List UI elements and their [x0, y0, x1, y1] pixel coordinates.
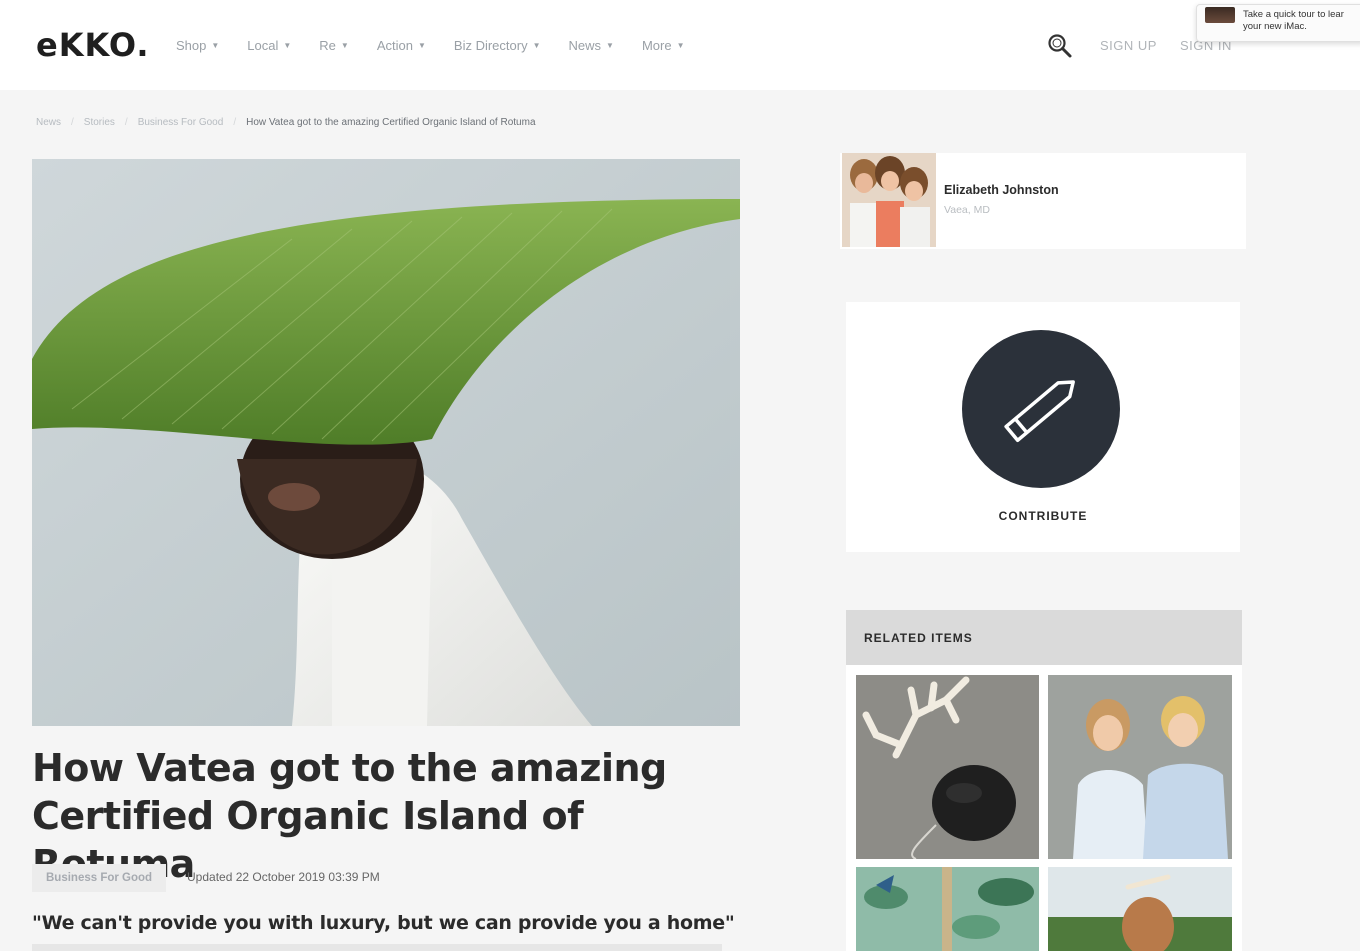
author-card[interactable]: Elizabeth Johnston Vaea, MD	[840, 153, 1246, 249]
nav-item-re[interactable]: Re ▼	[319, 38, 349, 53]
related-item-botanical-print[interactable]	[856, 867, 1039, 951]
caret-down-icon: ▼	[283, 41, 292, 50]
top-navigation-bar: eKKO. Shop ▼ Local ▼ Re ▼ Action ▼ Biz Direc…	[0, 0, 1360, 90]
nav-item-action[interactable]: Action ▼	[377, 38, 426, 53]
nav-item-local[interactable]: Local ▼	[247, 38, 291, 53]
related-items-grid	[846, 665, 1242, 951]
updated-timestamp: Updated 22 October 2019 03:39 PM	[187, 870, 380, 884]
caret-down-icon: ▼	[417, 41, 426, 50]
pencil-icon	[1004, 380, 1075, 443]
site-logo[interactable]: eKKO.	[36, 26, 150, 64]
notification-line-1: Take a quick tour to lear	[1243, 9, 1344, 20]
nav-label: Re	[319, 38, 336, 53]
author-avatar	[842, 153, 936, 247]
search-icon[interactable]	[1047, 33, 1073, 59]
breadcrumb-separator: /	[124, 117, 128, 128]
nav-item-news[interactable]: News ▼	[569, 38, 614, 53]
system-notification[interactable]: Take a quick tour to lear your new iMac.	[1196, 4, 1360, 42]
article-body-preview	[32, 944, 722, 951]
breadcrumb: News / Stories / Business For Good / How…	[36, 117, 536, 128]
nav-item-more[interactable]: More ▼	[642, 38, 685, 53]
breadcrumb-separator: /	[71, 117, 74, 128]
nav-label: Biz Directory	[453, 38, 528, 53]
breadcrumb-current: How Vatea got to the amazing Certified O…	[246, 117, 536, 128]
related-item-coral-sponge[interactable]	[856, 675, 1039, 859]
related-item-woman-outdoors[interactable]	[1048, 867, 1232, 951]
related-item-two-women[interactable]	[1048, 675, 1232, 859]
nav-label: Shop	[176, 38, 207, 53]
article-pull-quote: "We can't provide you with luxury, but w…	[32, 912, 735, 934]
author-name[interactable]: Elizabeth Johnston	[944, 183, 1059, 197]
breadcrumb-separator: /	[233, 117, 237, 128]
caret-down-icon: ▼	[340, 41, 349, 50]
notification-thumbnail	[1205, 7, 1235, 23]
caret-down-icon: ▼	[532, 41, 541, 50]
notification-text: Take a quick tour to lear your new iMac.	[1243, 9, 1360, 33]
contribute-label[interactable]: CONTRIBUTE	[846, 509, 1240, 523]
category-badge[interactable]: Business For Good	[32, 864, 167, 892]
related-items-header: RELATED ITEMS	[846, 610, 1242, 665]
author-location: Vaea, MD	[944, 204, 990, 216]
breadcrumb-business-for-good[interactable]: Business For Good	[138, 117, 224, 128]
main-nav: Shop ▼ Local ▼ Re ▼ Action ▼ Biz Directory ▼ …	[176, 38, 713, 53]
contribute-card: CONTRIBUTE	[846, 302, 1240, 552]
sign-up-link[interactable]: SIGN UP	[1100, 38, 1157, 53]
caret-down-icon: ▼	[211, 41, 220, 50]
caret-down-icon: ▼	[606, 41, 614, 50]
nav-label: More	[641, 38, 672, 53]
related-items-label: RELATED ITEMS	[864, 631, 973, 645]
nav-item-shop[interactable]: Shop ▼	[176, 38, 219, 53]
article-hero-image	[32, 159, 740, 726]
notification-line-2: your new iMac.	[1243, 21, 1307, 32]
nav-item-biz-directory[interactable]: Biz Directory ▼	[454, 38, 541, 53]
contribute-button[interactable]	[962, 330, 1120, 488]
nav-label: Action	[376, 38, 413, 53]
breadcrumb-stories[interactable]: Stories	[84, 117, 115, 128]
nav-label: News	[568, 38, 602, 53]
breadcrumb-news[interactable]: News	[36, 117, 61, 128]
nav-label: Local	[247, 38, 279, 53]
caret-down-icon: ▼	[676, 41, 685, 50]
